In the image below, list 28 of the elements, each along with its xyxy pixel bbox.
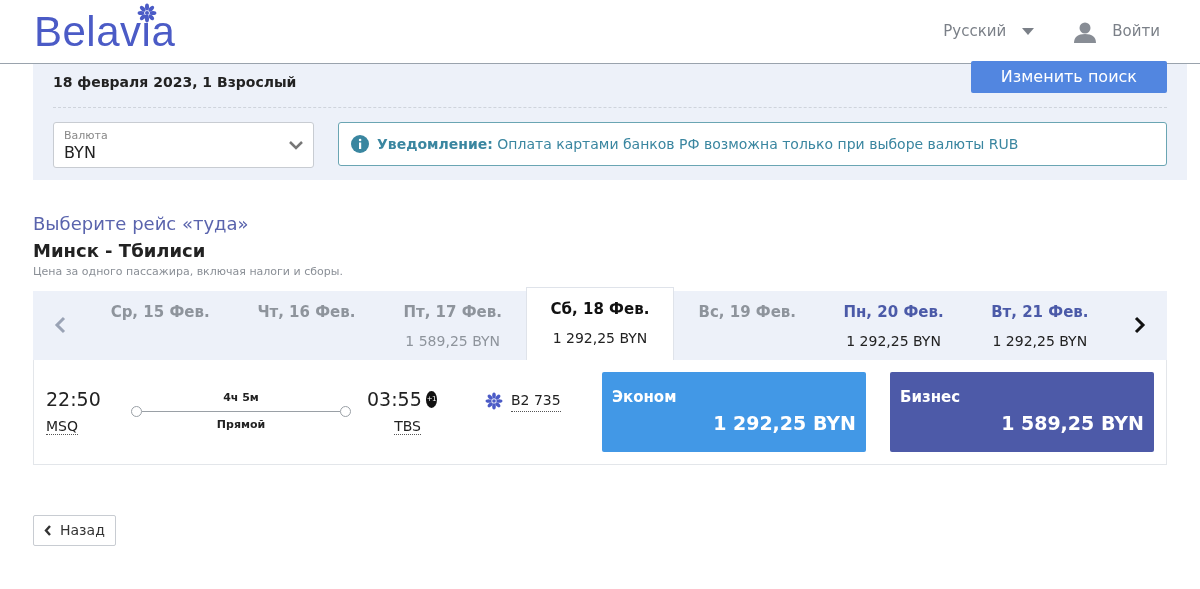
section-heading: Выберите рейс «туда»: [33, 212, 250, 236]
currency-select[interactable]: Валюта BYN: [53, 122, 314, 168]
logo-wordmark[interactable]: Belavia: [34, 10, 176, 53]
change-search-button[interactable]: Изменить поиск: [970, 60, 1167, 93]
date-tab[interactable]: Пн, 20 Фев. 1 292,25 BYN: [820, 290, 967, 360]
user-icon: [1074, 20, 1097, 43]
fare-button[interactable]: Бизнес 1 589,25 BYN: [890, 371, 1154, 452]
stops-label: Прямой: [215, 417, 267, 433]
caret-icon: [1022, 27, 1035, 36]
login-link[interactable]: Войти: [1074, 20, 1160, 43]
search-details: 18 февраля 2023, 1 Взрослый: [53, 73, 297, 92]
departure-airport[interactable]: MSQ: [46, 417, 78, 435]
chevron-left-icon: [44, 524, 52, 536]
date-tab[interactable]: Сб, 18 Фев. 1 292,25 BYN: [525, 286, 675, 360]
notice-text: Уведомление: Оплата картами банков РФ возможна только при выборе валюты RUB: [377, 134, 1019, 154]
flight-number[interactable]: B2 735: [511, 389, 561, 412]
language-selector[interactable]: Русский: [943, 20, 1035, 43]
departure-time: 22:50: [46, 387, 102, 413]
price-note: Цена за одного пассажира, включая налоги и сборы.: [33, 264, 344, 280]
date-tab[interactable]: Вт, 21 Фев. 1 292,25 BYN: [966, 290, 1113, 360]
route-title: Минск - Тбилиси: [33, 239, 207, 263]
arrival-airport[interactable]: TBS: [394, 417, 421, 435]
snowflake-icon: [485, 391, 503, 410]
chevron-down-icon: [289, 140, 303, 150]
arrival-time: 03:55: [367, 387, 422, 413]
duration: 4ч 5м: [222, 389, 260, 406]
back-button[interactable]: Назад: [33, 514, 116, 546]
info-icon: [351, 135, 369, 153]
